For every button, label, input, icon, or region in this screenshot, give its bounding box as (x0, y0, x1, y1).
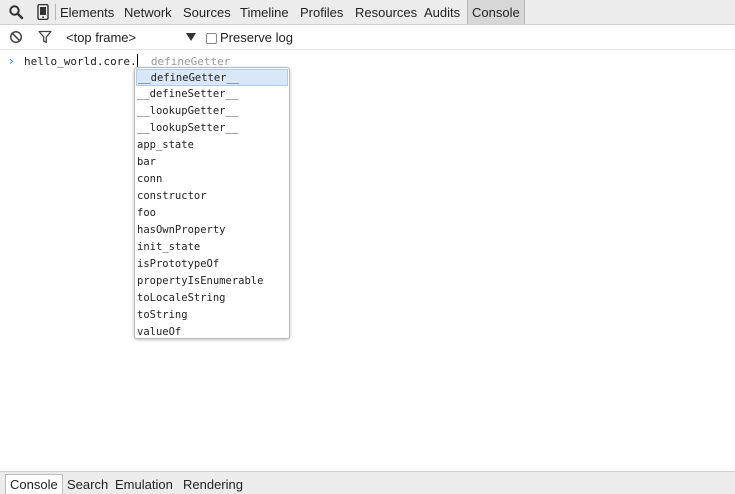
tab-audits[interactable]: Audits (424, 0, 460, 24)
suggestion-item[interactable]: valueOf (136, 324, 288, 338)
console-prompt[interactable]: › hello_world.core.__defineGetter__ (0, 54, 735, 70)
suggestion-item[interactable]: __lookupGetter__ (136, 103, 288, 120)
console-messages[interactable]: › hello_world.core.__defineGetter__ (0, 50, 735, 471)
drawer-tab-bar: Console Search Emulation Rendering (0, 471, 735, 494)
tab-profiles[interactable]: Profiles (300, 0, 343, 24)
tab-timeline[interactable]: Timeline (240, 0, 289, 24)
checkbox-box[interactable] (206, 33, 217, 44)
prompt-caret-icon: › (9, 54, 14, 68)
frame-select-value: <top frame> (66, 30, 137, 45)
suggestion-item[interactable]: toLocaleString (136, 290, 288, 307)
drawer-tab-rendering[interactable]: Rendering (183, 474, 243, 494)
drawer-tab-console[interactable]: Console (5, 474, 63, 494)
suggestion-item[interactable]: constructor (136, 188, 288, 205)
prompt-input-text: hello_world.core. (24, 55, 137, 68)
suggestion-item[interactable]: app_state (136, 137, 288, 154)
suggestion-item[interactable]: __lookupSetter__ (136, 120, 288, 137)
preserve-log-checkbox[interactable]: Preserve log (206, 30, 293, 46)
suggestion-item[interactable]: propertyIsEnumerable (136, 273, 288, 290)
devtools-window: Elements Network Sources Timeline Profil… (0, 0, 735, 494)
suggestion-item[interactable]: foo (136, 205, 288, 222)
device-mode-icon[interactable] (35, 3, 51, 21)
chevron-down-icon (186, 33, 196, 41)
suggestion-item[interactable]: init_state (136, 239, 288, 256)
tab-elements[interactable]: Elements (60, 0, 114, 24)
search-icon[interactable] (8, 4, 24, 20)
tab-sources[interactable]: Sources (183, 0, 231, 24)
tab-console[interactable]: Console (467, 0, 525, 24)
drawer-tab-emulation[interactable]: Emulation (115, 474, 173, 494)
suggestion-item[interactable]: hasOwnProperty (136, 222, 288, 239)
toolbar-divider (55, 4, 56, 20)
suggestion-item[interactable]: bar (136, 154, 288, 171)
clear-console-icon[interactable] (9, 30, 23, 44)
suggestion-item[interactable]: isPrototypeOf (136, 256, 288, 273)
drawer-tab-search[interactable]: Search (67, 474, 108, 494)
tab-resources[interactable]: Resources (355, 0, 417, 24)
filter-icon[interactable] (38, 30, 52, 44)
console-toolbar: <top frame> Preserve log (0, 25, 735, 50)
frame-select[interactable]: <top frame> (66, 29, 200, 46)
panel-tab-bar: Elements Network Sources Timeline Profil… (0, 0, 735, 25)
suggestion-item[interactable]: __defineSetter__ (136, 86, 288, 103)
preserve-log-label: Preserve log (220, 30, 293, 45)
suggestion-item[interactable]: __defineGetter__ (136, 69, 288, 86)
tab-network[interactable]: Network (124, 0, 172, 24)
suggestion-item[interactable]: conn (136, 171, 288, 188)
autocomplete-popup: __defineGetter__ __defineSetter__ __look… (134, 67, 290, 339)
suggestion-item[interactable]: toString (136, 307, 288, 324)
